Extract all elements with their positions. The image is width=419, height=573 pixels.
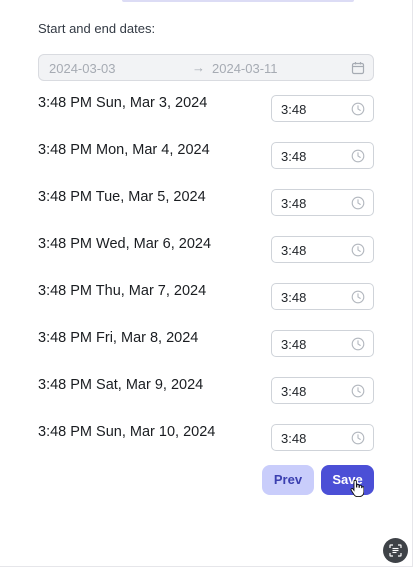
save-button[interactable]: Save [321,465,374,495]
time-row: 3:48 PM Sun, Mar 10, 2024 3:48 [38,424,374,451]
clock-icon[interactable] [351,149,365,168]
row-datetime-label: 3:48 PM Wed, Mar 6, 2024 [38,236,212,252]
time-input-value[interactable]: 3:48 [281,149,306,164]
time-input-value[interactable]: 3:48 [281,290,306,305]
prev-button[interactable]: Prev [262,465,314,495]
time-input-value[interactable]: 3:48 [281,196,306,211]
row-datetime-label: 3:48 PM Sat, Mar 9, 2024 [38,377,204,393]
clock-icon[interactable] [351,290,365,309]
time-input-value[interactable]: 3:48 [281,384,306,399]
time-row: 3:48 PM Tue, Mar 5, 2024 3:48 [38,189,374,216]
dates-label: Start and end dates: [38,21,156,36]
row-datetime-label: 3:48 PM Thu, Mar 7, 2024 [38,283,207,299]
form-panel: Start and end dates: 2024-03-03 → 2024-0… [0,0,413,567]
time-input-value[interactable]: 3:48 [281,431,306,446]
clock-icon[interactable] [351,102,365,121]
top-panel-edge [122,0,354,2]
clock-icon[interactable] [351,196,365,215]
clock-icon[interactable] [351,243,365,262]
time-row: 3:48 PM Thu, Mar 7, 2024 3:48 [38,283,374,310]
range-start-date[interactable]: 2024-03-03 [49,61,116,76]
time-input[interactable]: 3:48 [271,142,374,169]
time-input[interactable]: 3:48 [271,236,374,263]
clock-icon[interactable] [351,384,365,403]
time-row: 3:48 PM Fri, Mar 8, 2024 3:48 [38,330,374,357]
time-input-value[interactable]: 3:48 [281,337,306,352]
date-range-picker[interactable]: 2024-03-03 → 2024-03-11 [38,54,374,81]
time-row: 3:48 PM Mon, Mar 4, 2024 3:48 [38,142,374,169]
time-input[interactable]: 3:48 [271,330,374,357]
time-row: 3:48 PM Sun, Mar 3, 2024 3:48 [38,95,374,122]
range-arrow: → [192,60,205,75]
row-datetime-label: 3:48 PM Mon, Mar 4, 2024 [38,142,210,158]
row-datetime-label: 3:48 PM Sun, Mar 3, 2024 [38,95,208,111]
time-row: 3:48 PM Sat, Mar 9, 2024 3:48 [38,377,374,404]
time-input[interactable]: 3:48 [271,377,374,404]
clock-icon[interactable] [351,431,365,450]
row-datetime-label: 3:48 PM Sun, Mar 10, 2024 [38,424,216,440]
time-input-value[interactable]: 3:48 [281,243,306,258]
time-row: 3:48 PM Wed, Mar 6, 2024 3:48 [38,236,374,263]
row-datetime-label: 3:48 PM Fri, Mar 8, 2024 [38,330,199,346]
scan-text-icon [389,544,402,557]
time-input-value[interactable]: 3:48 [281,102,306,117]
clock-icon[interactable] [351,337,365,356]
time-input[interactable]: 3:48 [271,424,374,451]
row-datetime-label: 3:48 PM Tue, Mar 5, 2024 [38,189,206,205]
hand-pointer-icon [350,479,365,502]
time-input[interactable]: 3:48 [271,95,374,122]
time-input[interactable]: 3:48 [271,189,374,216]
range-end-date[interactable]: 2024-03-11 [212,61,278,76]
calendar-icon[interactable] [351,61,365,78]
scan-text-button[interactable] [383,538,408,563]
time-input[interactable]: 3:48 [271,283,374,310]
